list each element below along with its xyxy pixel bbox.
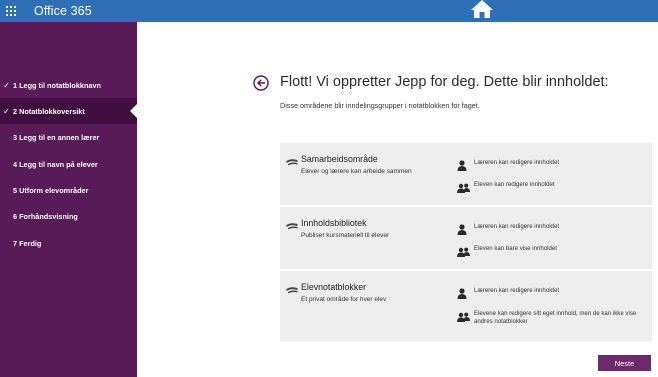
section-collaboration-space: Samarbeidsområde Elever og lærere kan ar…: [280, 143, 652, 205]
step-label: 1 Legg til notatblokknavn: [13, 80, 101, 90]
top-bar: Office 365: [0, 0, 658, 22]
step-label: 2 Notatblokkoversikt: [13, 106, 85, 116]
permission-text: Eleven kan bare vise innholdet: [474, 245, 557, 252]
teacher-permission: Læreren kan redigere innholdet: [457, 222, 647, 240]
section-title: Samarbeidsområde: [301, 154, 378, 164]
teacher-icon: [457, 158, 471, 176]
section-description: Publiser kursmateriell til elever: [301, 232, 390, 239]
permission-text: Eleven kan redigere innholdet: [474, 181, 555, 188]
step-label: 7 Ferdig: [13, 238, 42, 248]
teacher-permission: Læreren kan redigere innholdet: [457, 158, 647, 176]
next-button[interactable]: Neste: [598, 355, 651, 371]
step-done[interactable]: 7 Ferdig: [0, 230, 137, 256]
back-button[interactable]: [253, 75, 269, 91]
waffle-grid-icon: [6, 6, 16, 16]
page-title: Flott! Vi oppretter Jepp for deg. Dette …: [280, 74, 609, 90]
permission-text: Læreren kan redigere innholdet: [474, 287, 560, 294]
permission-text: Læreren kan redigere innholdet: [474, 159, 560, 166]
section-description: Elever og lærere kan arbeide sammen: [301, 168, 412, 175]
app-launcher-button[interactable]: [0, 0, 22, 22]
section-group-icon: [286, 153, 298, 171]
section-group-icon: [286, 281, 298, 299]
student-permission: Eleven kan bare vise innholdet: [457, 244, 647, 262]
permission-text: Elevene kan redigere sitt eget innhold, …: [474, 310, 637, 326]
step-design-student-areas[interactable]: 5 Utform elevområder: [0, 177, 137, 203]
step-label: 6 Forhåndsvisning: [13, 211, 78, 221]
section-group-icon: [286, 217, 298, 235]
section-student-notebooks: Elevnotatblokker Et privat område for hv…: [280, 271, 652, 341]
step-add-notebook-name[interactable]: ✓ 1 Legg til notatblokknavn: [0, 72, 137, 98]
teacher-permission: Læreren kan redigere innholdet: [457, 286, 647, 304]
student-permission: Elevene kan redigere sitt eget innhold, …: [457, 309, 637, 327]
step-add-teacher[interactable]: 3 Legg til en annen lærer: [0, 124, 137, 150]
section-description: Et privat område for hver elev: [301, 296, 387, 303]
main-content: Flott! Vi oppretter Jepp for deg. Dette …: [137, 22, 658, 377]
students-icon: [457, 244, 471, 262]
permission-text: Læreren kan redigere innholdet: [474, 223, 560, 230]
home-icon: [470, 0, 494, 24]
step-label: 5 Utform elevområder: [13, 185, 89, 195]
teacher-icon: [457, 222, 471, 240]
wizard-steps-sidebar: ✓ 1 Legg til notatblokknavn ✓ 2 Notatblo…: [0, 22, 137, 377]
step-notebook-overview[interactable]: ✓ 2 Notatblokkoversikt: [0, 98, 137, 124]
checkmark-icon: ✓: [3, 80, 10, 90]
home-button[interactable]: [469, 0, 495, 22]
teacher-icon: [457, 286, 471, 304]
back-arrow-icon: [253, 75, 269, 95]
step-preview[interactable]: 6 Forhåndsvisning: [0, 203, 137, 229]
step-label: 3 Legg til en annen lærer: [13, 132, 100, 142]
student-permission: Eleven kan redigere innholdet: [457, 180, 647, 198]
checkmark-icon: ✓: [3, 106, 10, 116]
section-content-library: Innholdsbibliotek Publiser kursmateriell…: [280, 207, 652, 269]
step-label: 4 Legg til navn på elever: [13, 159, 98, 169]
step-add-students[interactable]: 4 Legg til navn på elever: [0, 151, 137, 177]
page-subtitle: Disse områdene blir inndelingsgrupper i …: [280, 101, 480, 110]
section-title: Innholdsbibliotek: [301, 218, 367, 228]
app-title[interactable]: Office 365: [34, 4, 92, 18]
section-title: Elevnotatblokker: [301, 282, 367, 292]
students-icon: [457, 180, 471, 198]
students-icon: [457, 309, 471, 327]
